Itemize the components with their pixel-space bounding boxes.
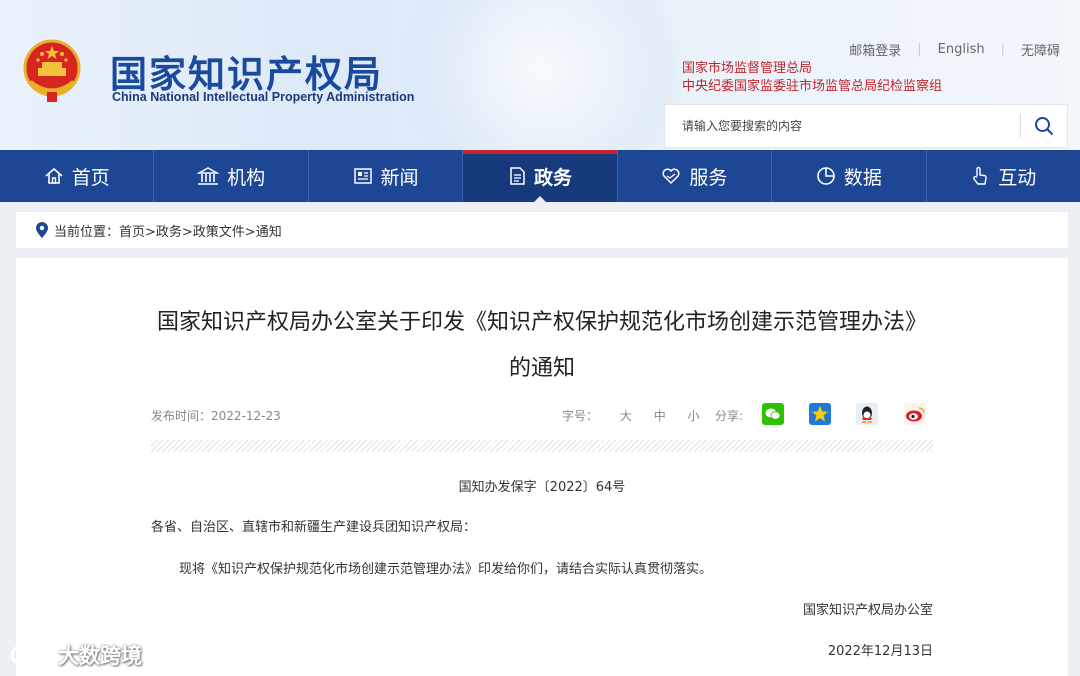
signature-text: 国家知识产权局办公室 bbox=[802, 603, 933, 618]
nav-item-services[interactable]: 服务 bbox=[618, 150, 773, 202]
breadcrumb-prefix: 当前位置： bbox=[54, 224, 120, 240]
watermark-text: 大数跨境 bbox=[58, 644, 142, 668]
divider: | bbox=[917, 42, 922, 57]
wechat-share-icon[interactable] bbox=[762, 403, 784, 425]
nav-item-label: 数据 bbox=[843, 166, 882, 189]
pie-chart-icon bbox=[816, 166, 836, 186]
divider bbox=[151, 440, 933, 452]
breadcrumb-trail[interactable]: 首页>政务>政策文件>通知 bbox=[119, 221, 282, 240]
qzone-share-icon[interactable] bbox=[809, 403, 831, 425]
national-emblem-icon[interactable] bbox=[20, 38, 84, 104]
article-meta: 发布时间：2022-12-23 字号： 大 中 小 分享: bbox=[151, 403, 933, 427]
publish-date: 发布时间：2022-12-23 bbox=[151, 409, 281, 423]
article-title: 国家知识产权局办公室关于印发《知识产权保护规范化市场创建示范管理办法》的通知 bbox=[156, 310, 927, 381]
hand-icon bbox=[970, 166, 990, 186]
article-panel: 国家知识产权局办公室关于印发《知识产权保护规范化市场创建示范管理办法》的通知 发… bbox=[16, 258, 1068, 676]
qq-share-icon[interactable] bbox=[856, 403, 878, 425]
signature-date: 2022年12月13日 bbox=[827, 644, 933, 659]
english-link[interactable]: English bbox=[930, 42, 993, 57]
search-button[interactable] bbox=[1021, 104, 1067, 148]
home-icon bbox=[44, 166, 64, 186]
main-nav: 首页 机构 新闻 政务 服务 数据 互动 bbox=[0, 150, 1080, 203]
nav-item-label: 机构 bbox=[227, 166, 266, 189]
nav-item-label: 服务 bbox=[689, 166, 728, 189]
watermark-logo-icon bbox=[10, 644, 55, 665]
font-size-small-button[interactable]: 小 bbox=[688, 409, 700, 423]
nav-item-news[interactable]: 新闻 bbox=[309, 150, 464, 202]
mail-login-link[interactable]: 邮箱登录 bbox=[841, 40, 909, 59]
accessibility-link[interactable]: 无障碍 bbox=[1013, 40, 1068, 59]
document-icon bbox=[508, 166, 526, 186]
service-icon bbox=[661, 166, 681, 186]
watermark: 大数跨境 bbox=[10, 640, 142, 670]
font-size-large-button[interactable]: 大 bbox=[620, 409, 632, 423]
site-header: 国家知识产权局 China National Intellectual Prop… bbox=[0, 0, 1080, 150]
font-size-medium-button[interactable]: 中 bbox=[654, 409, 666, 423]
nav-item-label: 互动 bbox=[998, 166, 1037, 189]
agency-links: 国家市场监督管理总局 中央纪委国家监委驻市场监管总局纪检监察组 bbox=[682, 60, 942, 96]
news-icon bbox=[353, 166, 373, 186]
divider: | bbox=[1000, 42, 1005, 57]
nav-item-government-affairs[interactable]: 政务 bbox=[463, 150, 618, 203]
nav-item-label: 政务 bbox=[533, 166, 572, 189]
nav-item-interaction[interactable]: 互动 bbox=[927, 150, 1080, 202]
body-text: 现将《知识产权保护规范化市场创建示范管理办法》印发给你们，请结合实际认真贯彻落实… bbox=[179, 562, 713, 577]
site-logo-subtitle[interactable]: China National Intellectual Property Adm… bbox=[112, 90, 414, 104]
top-links: 邮箱登录 | English | 无障碍 bbox=[841, 40, 1068, 59]
nav-item-label: 首页 bbox=[71, 166, 110, 189]
header-background-decoration bbox=[380, 0, 700, 150]
search-input[interactable] bbox=[665, 119, 1020, 133]
building-icon bbox=[197, 166, 220, 186]
discipline-inspection-link[interactable]: 中央纪委国家监委驻市场监管总局纪检监察组 bbox=[682, 78, 942, 96]
share-label: 分享: bbox=[715, 409, 744, 423]
search-icon bbox=[1035, 117, 1054, 136]
nav-item-label: 新闻 bbox=[380, 166, 419, 189]
location-pin-icon bbox=[36, 222, 48, 238]
nav-item-data[interactable]: 数据 bbox=[772, 150, 927, 202]
samr-link[interactable]: 国家市场监督管理总局 bbox=[682, 60, 942, 78]
weibo-share-icon[interactable] bbox=[904, 403, 926, 425]
font-size-label: 字号： bbox=[562, 409, 599, 423]
font-size-controls: 字号： 大 中 小 bbox=[562, 407, 718, 424]
document-number: 国知办发保字〔2022〕64号 bbox=[458, 480, 626, 495]
breadcrumb: 当前位置： 首页>政务>政策文件>通知 bbox=[16, 212, 1068, 248]
nav-item-home[interactable]: 首页 bbox=[0, 150, 155, 202]
search-box bbox=[664, 104, 1068, 148]
addressee-text: 各省、自治区、直辖市和新疆生产建设兵团知识产权局： bbox=[151, 520, 477, 535]
nav-item-organization[interactable]: 机构 bbox=[154, 150, 309, 202]
